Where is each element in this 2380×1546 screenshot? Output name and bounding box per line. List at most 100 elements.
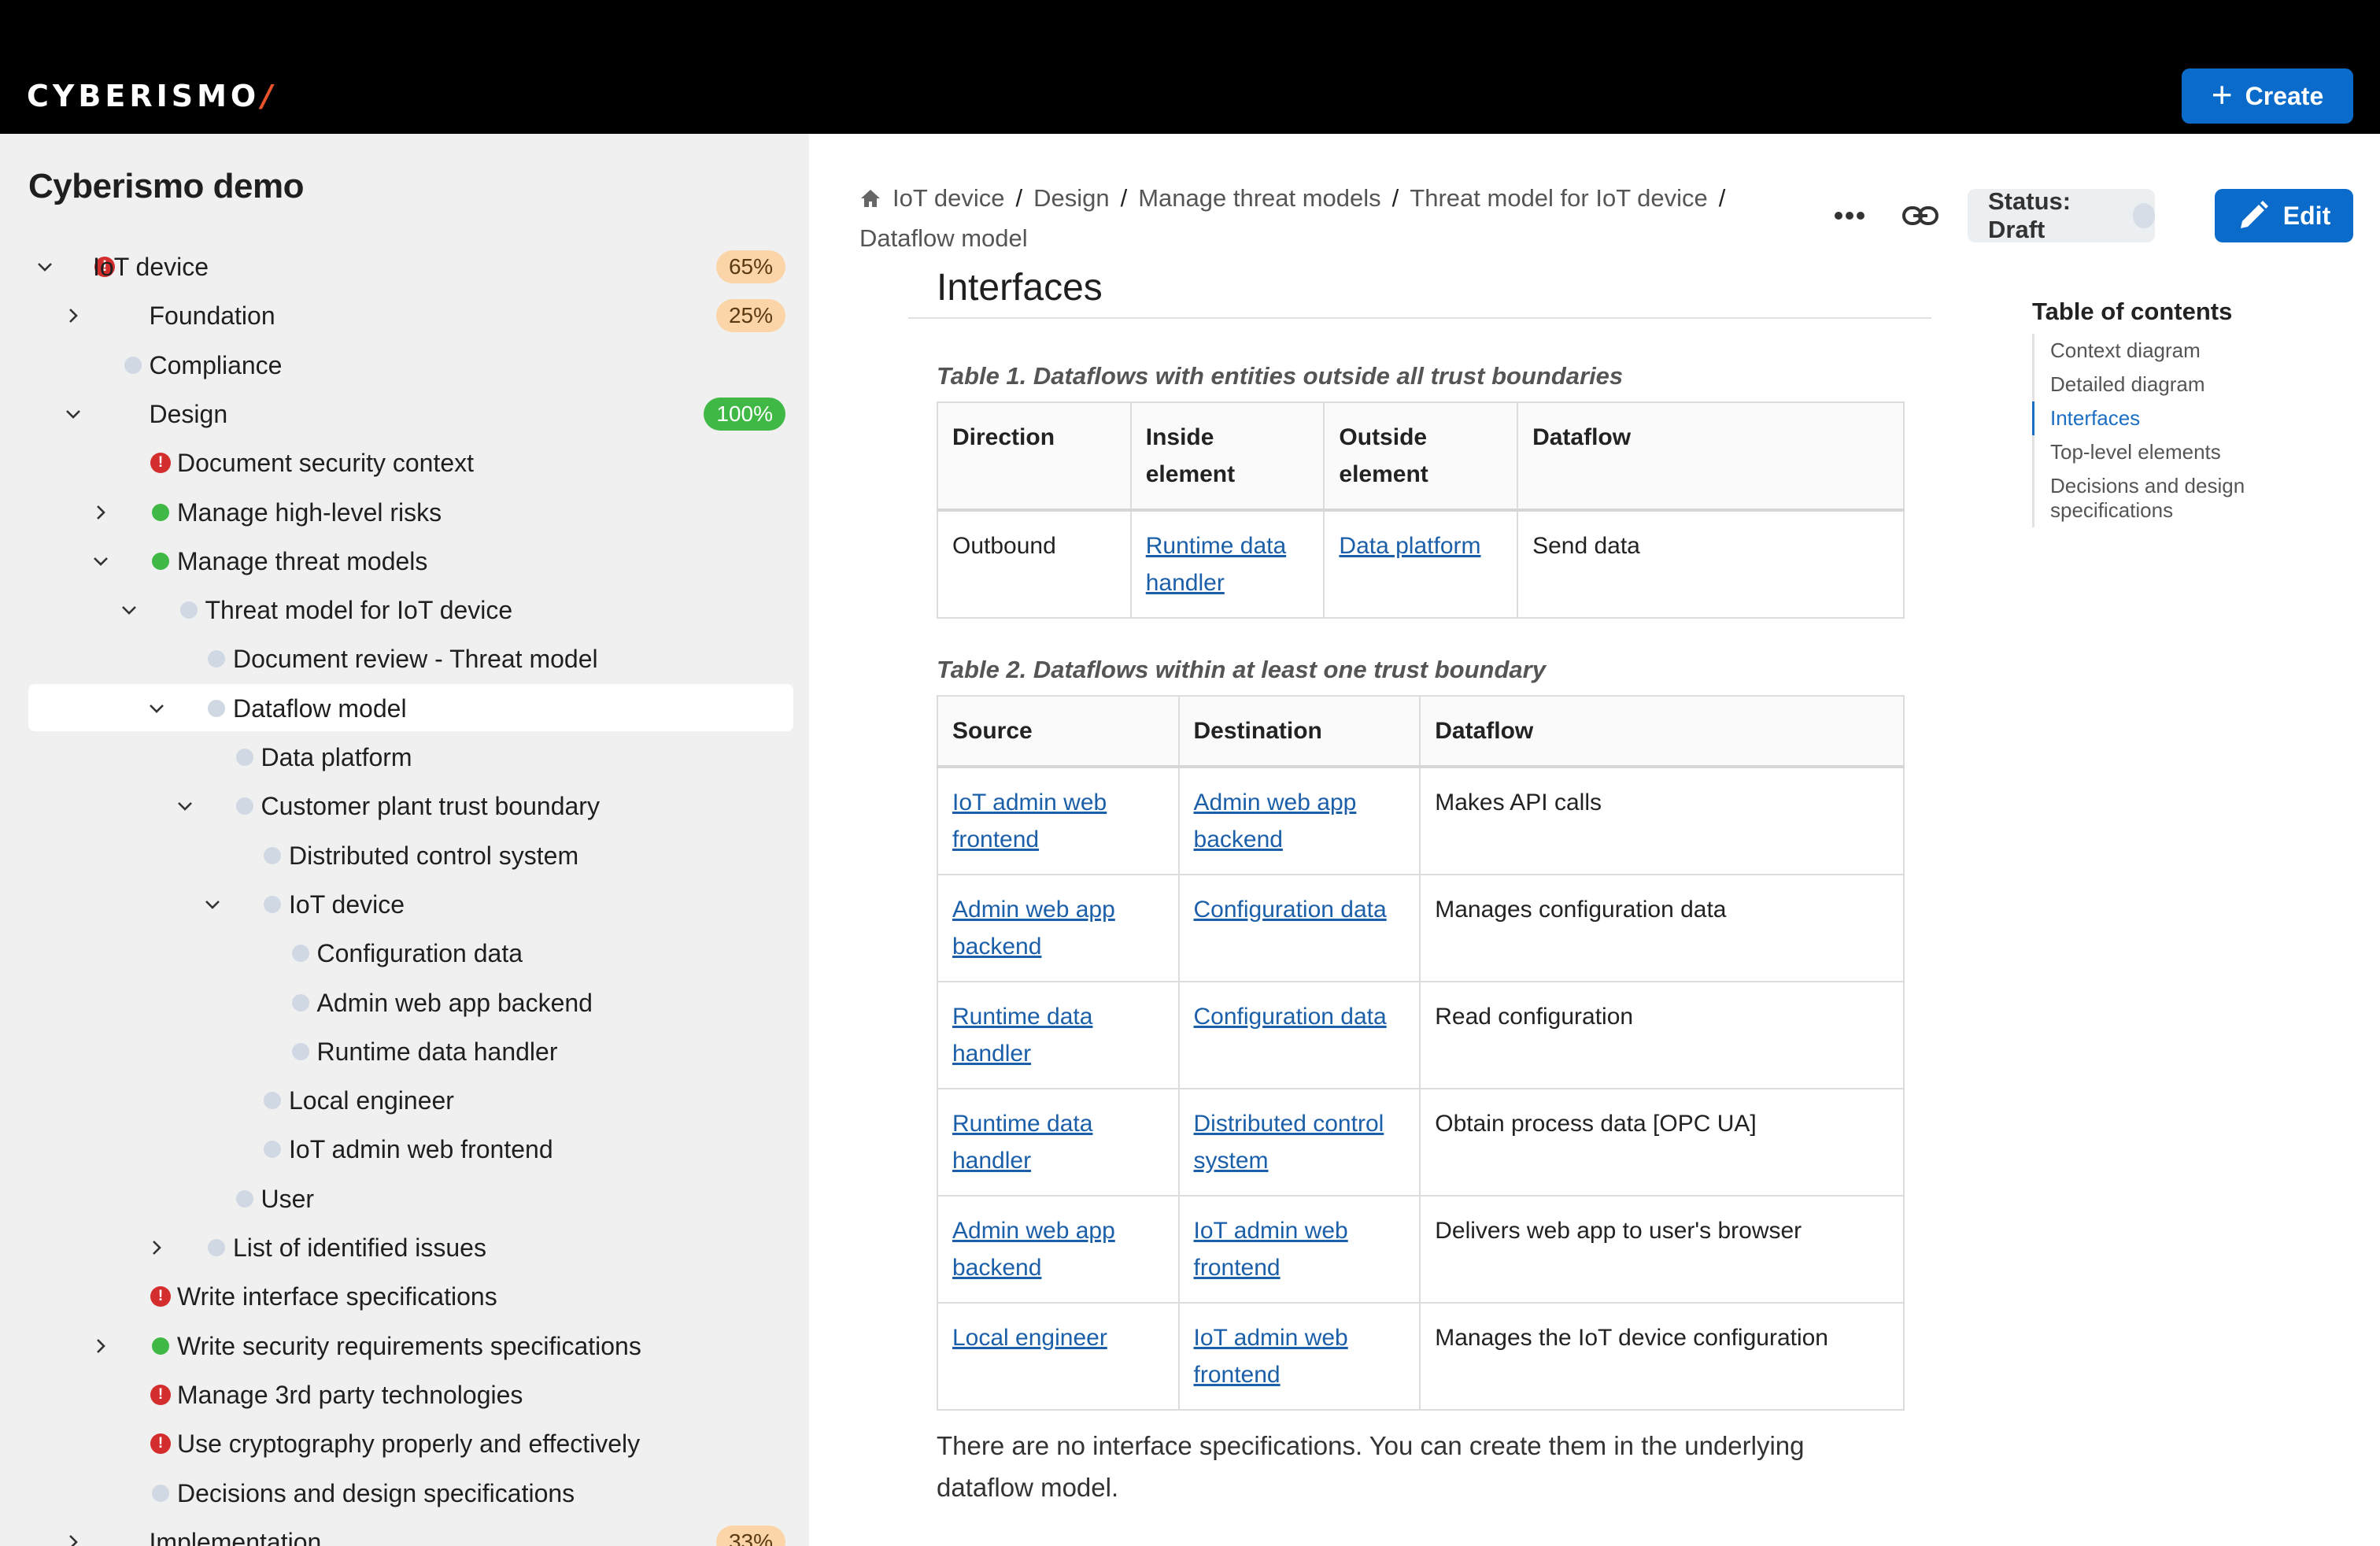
breadcrumb-item[interactable]: Manage threat models: [1138, 184, 1380, 212]
tree-item[interactable]: Customer plant trust boundary: [0, 782, 809, 830]
tree-item[interactable]: ! Manage 3rd party technologies: [0, 1370, 809, 1419]
table2-header-cell: Source: [937, 695, 1180, 768]
tree-item[interactable]: List of identified issues: [0, 1223, 809, 1272]
table-cell: Data platform: [1323, 509, 1519, 619]
tree-item[interactable]: Foundation 25%: [0, 291, 809, 340]
tree-item-label: Data platform: [261, 742, 412, 771]
card-link[interactable]: Runtime data handler: [952, 1004, 1092, 1067]
toc-item[interactable]: Decisions and design specifications: [2034, 469, 2347, 527]
breadcrumb-separator: /: [1120, 184, 1128, 212]
card-link[interactable]: Admin web app backend: [952, 1218, 1115, 1281]
status-dot-icon: [235, 749, 253, 766]
copy-link-button[interactable]: [1897, 194, 1944, 238]
home-icon[interactable]: [859, 182, 883, 220]
chevron-down-icon[interactable]: [60, 401, 87, 427]
create-button[interactable]: + Create: [2182, 68, 2353, 124]
chevron-right-icon[interactable]: [143, 1234, 170, 1261]
tree-item[interactable]: Compliance: [0, 341, 809, 390]
breadcrumb-item[interactable]: Threat model for IoT device: [1410, 184, 1708, 212]
tree-item[interactable]: ! Document security context: [0, 438, 809, 487]
card-link[interactable]: Local engineer: [952, 1325, 1107, 1351]
table-cell: Configuration data: [1177, 874, 1421, 982]
card-link[interactable]: IoT admin web frontend: [952, 790, 1107, 853]
chevron-down-icon[interactable]: [199, 891, 226, 918]
tree-item[interactable]: Distributed control system: [0, 831, 809, 880]
tree-item[interactable]: IoT device: [0, 880, 809, 929]
tree-item[interactable]: Manage threat models: [0, 537, 809, 586]
project-title: Cyberismo demo: [28, 167, 304, 205]
status-dot-icon: [235, 1190, 253, 1208]
cell-text: Read configuration: [1435, 1004, 1634, 1030]
tree-item[interactable]: IoT admin web frontend: [0, 1125, 809, 1174]
toc-item[interactable]: Interfaces: [2032, 401, 2347, 435]
tree-item[interactable]: Configuration data: [0, 929, 809, 978]
status-label: Status: Draft: [1988, 187, 2071, 243]
breadcrumb-item[interactable]: Dataflow model: [859, 224, 1028, 252]
table2-header-cell: Destination: [1177, 695, 1421, 768]
tree-item[interactable]: Dataflow model: [0, 684, 809, 733]
tree-item-label: IoT device: [93, 252, 209, 281]
chevron-right-icon[interactable]: [60, 1529, 87, 1546]
tree-item-label: Use cryptography properly and effectivel…: [177, 1429, 641, 1458]
tree-item[interactable]: Local engineer: [0, 1076, 809, 1125]
card-link[interactable]: Data platform: [1339, 533, 1480, 559]
toc-item[interactable]: Context diagram: [2034, 334, 2347, 368]
toc-list: Context diagram Detailed diagram Interface…: [2032, 334, 2347, 527]
tree-item[interactable]: User: [0, 1174, 809, 1223]
edit-button[interactable]: Edit: [2215, 189, 2353, 242]
chevron-down-icon[interactable]: [87, 548, 114, 575]
table-row: Admin web app backend IoT admin web front…: [937, 1195, 1905, 1304]
card-link[interactable]: IoT admin web frontend: [1194, 1325, 1348, 1388]
table-row: Outbound Runtime data handler Data platfor…: [937, 509, 1905, 619]
chevron-right-icon[interactable]: [60, 302, 87, 329]
tree-item[interactable]: Manage high-level risks: [0, 488, 809, 537]
create-button-label: Create: [2245, 81, 2324, 110]
card-link[interactable]: Configuration data: [1194, 1004, 1387, 1030]
chevron-down-icon[interactable]: [172, 793, 198, 819]
chevron-down-icon[interactable]: [31, 253, 58, 280]
tree-item-label: Manage 3rd party technologies: [177, 1380, 523, 1409]
breadcrumb-separator: /: [1718, 184, 1726, 212]
breadcrumb-item[interactable]: IoT device: [893, 184, 1004, 212]
chevron-right-icon[interactable]: [87, 499, 114, 526]
status-dot-icon: [124, 357, 142, 374]
status-chip[interactable]: Status: Draft: [1968, 187, 2155, 243]
card-link[interactable]: Configuration data: [1194, 897, 1387, 923]
card-link[interactable]: Distributed control system: [1194, 1111, 1384, 1174]
card-link[interactable]: Runtime data handler: [952, 1111, 1092, 1174]
breadcrumb-item[interactable]: Design: [1033, 184, 1110, 212]
tree-item-label: List of identified issues: [233, 1233, 486, 1262]
more-options-button[interactable]: [1824, 197, 1875, 235]
table2-caption: Table 2. Dataflows within at least one t…: [937, 656, 1546, 683]
tree-item-label: Decisions and design specifications: [177, 1478, 575, 1507]
tree-item[interactable]: Threat model for IoT device: [0, 586, 809, 634]
tree-item-label: Manage high-level risks: [177, 497, 442, 527]
tree-item[interactable]: Runtime data handler: [0, 1027, 809, 1076]
tree-item[interactable]: ! IoT device 65%: [0, 242, 809, 291]
card-link[interactable]: IoT admin web frontend: [1194, 1218, 1348, 1281]
chevron-right-icon[interactable]: [87, 1333, 114, 1359]
tree-item[interactable]: ! Use cryptography properly and effective…: [0, 1419, 809, 1468]
chevron-down-icon[interactable]: [116, 597, 142, 623]
section-title: Interfaces: [937, 267, 1103, 309]
breadcrumb-separator: /: [1015, 184, 1023, 212]
tree-item[interactable]: Decisions and design specifications: [0, 1469, 809, 1518]
card-link[interactable]: Runtime data handler: [1146, 533, 1286, 596]
tree-item[interactable]: Document review - Threat model: [0, 634, 809, 683]
cyberismo-logo[interactable]: CYBERISMO /: [27, 77, 276, 115]
card-link[interactable]: Admin web app backend: [1194, 790, 1357, 853]
tree-item-label: IoT device: [289, 890, 405, 919]
tree-item[interactable]: Data platform: [0, 733, 809, 782]
table-row: Local engineer IoT admin web frontend Mana…: [937, 1302, 1905, 1411]
tree-item[interactable]: Design 100%: [0, 390, 809, 438]
pencil-icon: [2240, 201, 2268, 228]
tree-item[interactable]: Write security requirements specificatio…: [0, 1322, 809, 1370]
tree-item[interactable]: ! Write interface specifications: [0, 1272, 809, 1321]
toc-item[interactable]: Top-level elements: [2034, 435, 2347, 469]
table-cell: Obtain process data [OPC UA]: [1419, 1088, 1905, 1196]
chevron-down-icon[interactable]: [143, 695, 170, 722]
toc-item[interactable]: Detailed diagram: [2034, 368, 2347, 401]
card-link[interactable]: Admin web app backend: [952, 897, 1115, 960]
tree-item[interactable]: Implementation 33%: [0, 1518, 809, 1546]
tree-item[interactable]: Admin web app backend: [0, 978, 809, 1027]
